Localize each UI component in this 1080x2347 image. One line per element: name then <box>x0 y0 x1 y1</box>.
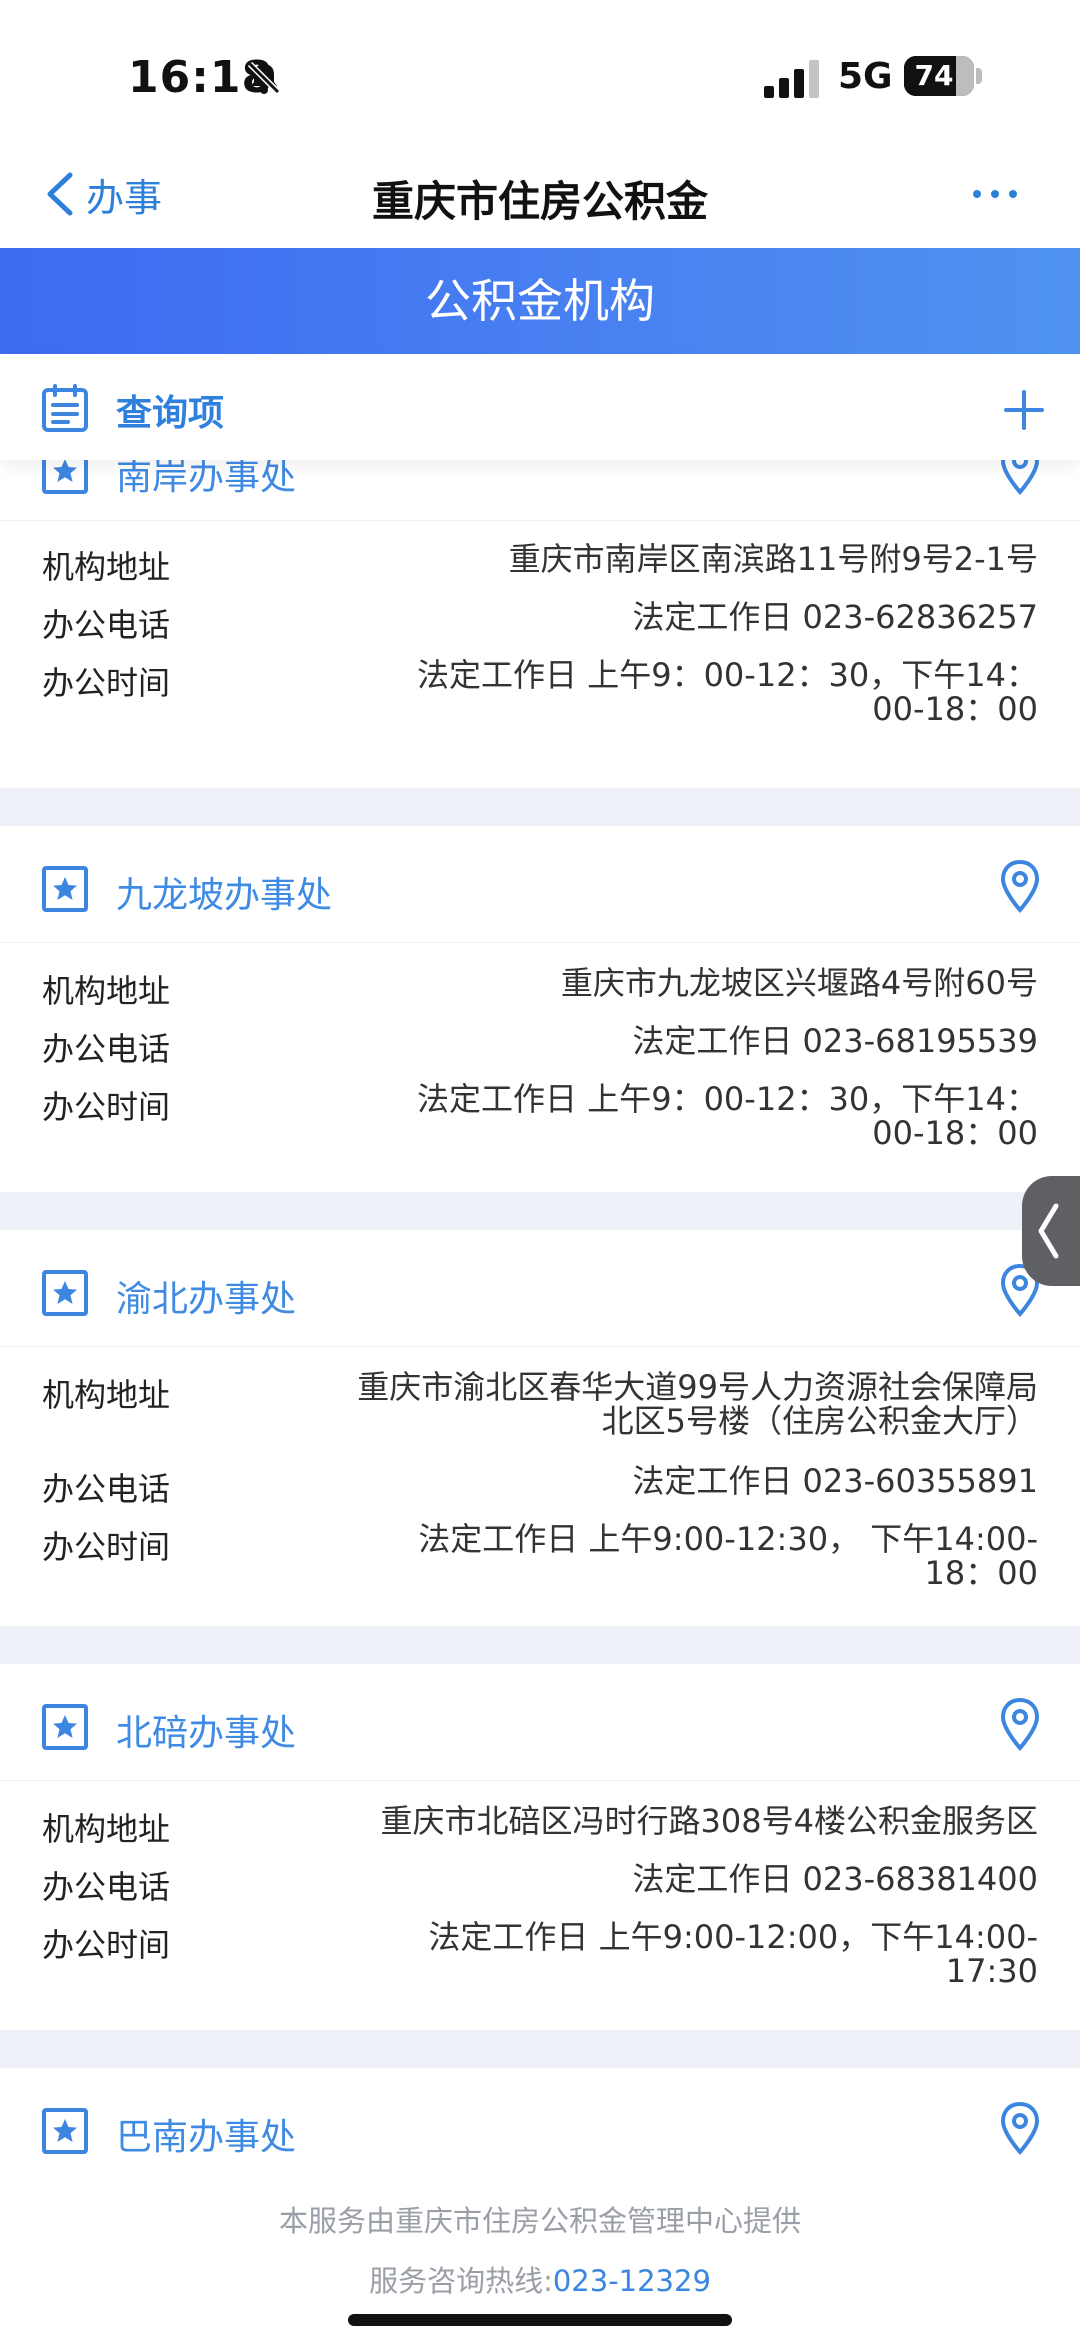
side-drawer-tab[interactable] <box>1022 1176 1080 1286</box>
query-header: 查询项 <box>0 354 1080 460</box>
footer-hotline: 服务咨询热线:023-12329 <box>0 2258 1080 2300</box>
address-label: 机构地址 <box>42 548 171 586</box>
office-hours-row: 办公时间 法定工作日 上午9:00-12:30， 下午14:00-18：00 <box>0 1522 1080 1602</box>
hours-label: 办公时间 <box>42 664 171 702</box>
footer-provider: 本服务由重庆市住房公积金管理中心提供 <box>278 2204 801 2238</box>
address-label: 机构地址 <box>42 1376 171 1414</box>
office-card-header[interactable]: 九龙坡办事处 <box>0 826 1080 943</box>
battery-icon: 74 <box>904 56 974 96</box>
address-value: 重庆市九龙坡区兴堰路4号附60号 <box>560 964 1038 1002</box>
address-label: 机构地址 <box>42 1810 171 1848</box>
phone-label: 办公电话 <box>42 606 171 644</box>
more-icon[interactable] <box>972 184 1018 204</box>
office-phone-row: 办公电话 法定工作日 023-60355891 <box>0 1464 1080 1522</box>
office-address-row: 机构地址 重庆市北碚区冯时行路308号4楼公积金服务区 <box>0 1804 1080 1862</box>
office-card: 九龙坡办事处 机构地址 重庆市九龙坡区兴堰路4号附60号 办公电话 法定工作日 … <box>0 826 1080 1192</box>
office-card-header[interactable]: 北碚办事处 <box>0 1664 1080 1781</box>
hours-value: 法定工作日 上午9：00-12：30，下午14：00-18：00 <box>417 656 1038 728</box>
phone-label: 办公电话 <box>42 1470 171 1508</box>
bell-muted-icon <box>247 61 281 95</box>
battery-level: 74 <box>914 59 954 92</box>
hours-value: 法定工作日 上午9:00-12:00，下午14:00-17:30 <box>428 1918 1038 1990</box>
office-hours-row: 办公时间 法定工作日 上午9：00-12：30，下午14：00-18：00 <box>0 658 1080 738</box>
office-name: 北碚办事处 <box>116 1713 297 1754</box>
chevron-left-icon <box>1038 1203 1059 1259</box>
office-card: 渝北办事处 机构地址 重庆市渝北区春华大道99号人力资源社会保障局北区5号楼（住… <box>0 1230 1080 1626</box>
office-phone-row: 办公电话 法定工作日 023-68381400 <box>0 1862 1080 1920</box>
section-gap <box>0 1626 1080 1664</box>
signal-icon <box>764 60 819 98</box>
office-address-row: 机构地址 重庆市九龙坡区兴堰路4号附60号 <box>0 966 1080 1024</box>
status-bar: 16:18 5G 74 <box>0 0 1080 140</box>
office-name: 渝北办事处 <box>116 1279 297 1320</box>
phone-value[interactable]: 法定工作日 023-62836257 <box>318 600 1038 634</box>
star-icon[interactable] <box>42 866 88 912</box>
page-title: 重庆市住房公积金 <box>371 177 708 226</box>
clipboard-list-icon <box>42 384 88 432</box>
office-hours-row: 办公时间 法定工作日 上午9：00-12：30，下午14：00-18：00 <box>0 1082 1080 1162</box>
section-gap <box>0 1192 1080 1230</box>
phone-label: 办公电话 <box>42 1030 171 1068</box>
office-card: 北碚办事处 机构地址 重庆市北碚区冯时行路308号4楼公积金服务区 办公电话 法… <box>0 1664 1080 2030</box>
office-hours-row: 办公时间 法定工作日 上午9:00-12:00，下午14:00-17:30 <box>0 1920 1080 2000</box>
star-icon[interactable] <box>42 1704 88 1750</box>
address-value: 重庆市渝北区春华大道99号人力资源社会保障局北区5号楼（住房公积金大厅） <box>357 1368 1038 1440</box>
nav-bar: 办事 重庆市住房公积金 <box>0 140 1080 248</box>
address-value: 重庆市南岸区南滨路11号附9号2-1号 <box>508 540 1038 578</box>
office-phone-row: 办公电话 法定工作日 023-62836257 <box>0 600 1080 658</box>
home-indicator[interactable] <box>348 2314 732 2326</box>
query-title: 查询项 <box>116 393 225 434</box>
plus-icon[interactable] <box>1004 390 1044 430</box>
hotline-number[interactable]: 023-12329 <box>553 2264 711 2298</box>
location-pin-icon[interactable] <box>1000 860 1040 914</box>
office-card: 南岸办事处 机构地址 重庆市南岸区南滨路11号附9号2-1号 办公电话 法定工作… <box>0 442 1080 788</box>
phone-value[interactable]: 法定工作日 023-68195539 <box>318 1024 1038 1058</box>
phone-label: 办公电话 <box>42 1868 171 1906</box>
section-banner: 公积金机构 <box>0 248 1080 354</box>
hotline-label: 服务咨询热线: <box>369 2264 553 2298</box>
office-address-row: 机构地址 重庆市南岸区南滨路11号附9号2-1号 <box>0 542 1080 600</box>
section-gap <box>0 788 1080 826</box>
battery-cap <box>976 68 982 84</box>
office-card-header[interactable]: 渝北办事处 <box>0 1230 1080 1347</box>
office-name: 巴南办事处 <box>116 2117 297 2158</box>
office-phone-row: 办公电话 法定工作日 023-68195539 <box>0 1024 1080 1082</box>
hours-value: 法定工作日 上午9:00-12:30， 下午14:00-18：00 <box>418 1520 1038 1592</box>
hours-label: 办公时间 <box>42 1528 171 1566</box>
office-address-row: 机构地址 重庆市渝北区春华大道99号人力资源社会保障局北区5号楼（住房公积金大厅… <box>0 1370 1080 1464</box>
phone-value[interactable]: 法定工作日 023-60355891 <box>318 1464 1038 1498</box>
star-icon[interactable] <box>42 2108 88 2154</box>
section-gap <box>0 2030 1080 2068</box>
location-pin-icon[interactable] <box>1000 2102 1040 2156</box>
network-type: 5G <box>838 56 893 97</box>
location-pin-icon[interactable] <box>1000 1698 1040 1752</box>
address-value: 重庆市北碚区冯时行路308号4楼公积金服务区 <box>380 1802 1038 1840</box>
hours-value: 法定工作日 上午9：00-12：30，下午14：00-18：00 <box>417 1080 1038 1152</box>
address-label: 机构地址 <box>42 972 171 1010</box>
phone-value[interactable]: 法定工作日 023-68381400 <box>318 1862 1038 1896</box>
office-name: 九龙坡办事处 <box>116 875 333 916</box>
hours-label: 办公时间 <box>42 1088 171 1126</box>
hours-label: 办公时间 <box>42 1926 171 1964</box>
star-icon[interactable] <box>42 1270 88 1316</box>
